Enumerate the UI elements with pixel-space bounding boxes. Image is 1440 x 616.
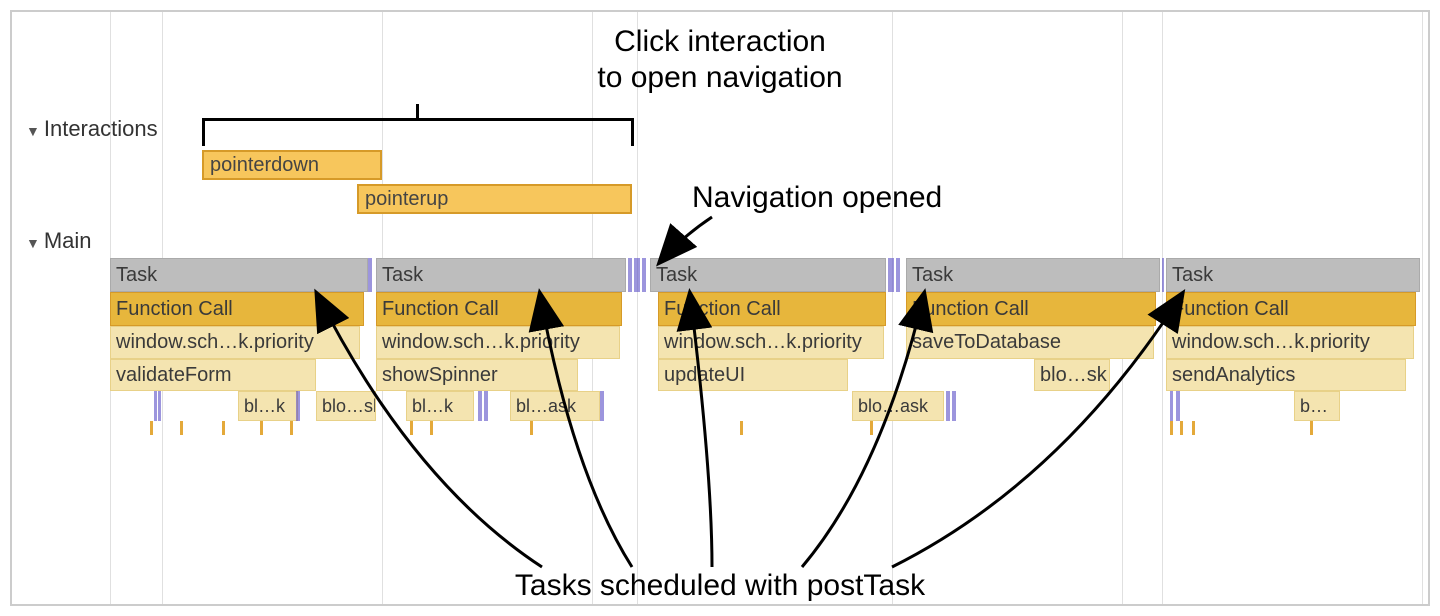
annotation-line2: to open navigation (12, 60, 1428, 96)
flame-tick (150, 421, 153, 435)
flame-task-segment[interactable]: Task (1166, 258, 1420, 292)
timeline-gridline (1422, 12, 1423, 604)
flame-func-segment[interactable]: Function Call (906, 292, 1156, 326)
flame-stripe (154, 391, 157, 421)
annotation-navigation-opened: Navigation opened (692, 180, 942, 216)
flame-stripe (888, 258, 894, 292)
flame-stripe (296, 391, 300, 421)
flame-stripe (1162, 258, 1164, 292)
flame-tick (1192, 421, 1195, 435)
flame-sched-segment[interactable]: window.sch…k.priority (658, 326, 884, 359)
annotation-click-interaction: Click interaction to open navigation (12, 24, 1428, 96)
annotation-tasks-scheduled: Tasks scheduled with postTask (12, 568, 1428, 604)
flame-act-segment[interactable]: blo…sk (1034, 359, 1110, 391)
flame-blk-segment[interactable]: bl…ask (510, 391, 600, 421)
flame-sched-segment[interactable]: window.sch…k.priority (110, 326, 360, 359)
flame-tick (180, 421, 183, 435)
flame-task-segment[interactable]: Task (906, 258, 1160, 292)
flame-tick (870, 421, 873, 435)
flame-stripe (484, 391, 488, 421)
interaction-pointerdown[interactable]: pointerdown (202, 150, 382, 180)
track-interactions-label[interactable]: ▼Interactions (26, 116, 158, 142)
chevron-down-icon: ▼ (26, 235, 40, 251)
flame-tick (530, 421, 533, 435)
flame-task-segment[interactable]: Task (650, 258, 886, 292)
flame-stripe (478, 391, 482, 421)
flame-tick (740, 421, 743, 435)
flame-stripe (634, 258, 640, 292)
flame-act-segment[interactable]: sendAnalytics (1166, 359, 1406, 391)
flame-sched-segment[interactable]: window.sch…k.priority (1166, 326, 1414, 359)
flame-stripe (946, 391, 950, 421)
flame-stripe (368, 258, 372, 292)
flame-sched-segment[interactable]: window.sch…k.priority (376, 326, 620, 359)
flame-stripe (1170, 391, 1173, 421)
flame-tick (410, 421, 413, 435)
flame-tick (1170, 421, 1173, 435)
flame-act-segment[interactable]: showSpinner (376, 359, 578, 391)
flame-stripe (628, 258, 632, 292)
flame-stripe (1176, 391, 1180, 421)
flame-act-segment[interactable]: updateUI (658, 359, 848, 391)
flame-stripe (952, 391, 956, 421)
flame-blk-segment[interactable]: b… (1294, 391, 1340, 421)
flame-func-segment[interactable]: Function Call (1166, 292, 1416, 326)
flame-func-segment[interactable]: Function Call (376, 292, 622, 326)
flame-tick (222, 421, 225, 435)
flame-blk-segment[interactable]: bl…k (238, 391, 298, 421)
flame-stripe (642, 258, 646, 292)
flame-tick (1180, 421, 1183, 435)
flame-func-segment[interactable]: Function Call (110, 292, 364, 326)
flame-func-segment[interactable]: Function Call (658, 292, 886, 326)
devtools-performance-diagram: Click interaction to open navigation ▼In… (10, 10, 1430, 606)
flame-stripe (600, 391, 604, 421)
flame-task-segment[interactable]: Task (376, 258, 626, 292)
flame-blk-segment[interactable]: blo…ask (852, 391, 944, 421)
flame-tick (260, 421, 263, 435)
flame-task-segment[interactable]: Task (110, 258, 368, 292)
bracket-top (202, 106, 634, 146)
flame-stripe (896, 258, 900, 292)
flame-chart[interactable]: TaskTaskTaskTaskTask Function CallFuncti… (110, 258, 1422, 456)
flame-tick (1310, 421, 1313, 435)
chevron-down-icon: ▼ (26, 123, 40, 139)
track-main-label[interactable]: ▼Main (26, 228, 92, 254)
flame-act-segment[interactable]: validateForm (110, 359, 316, 391)
flame-tick (430, 421, 433, 435)
interaction-pointerup[interactable]: pointerup (357, 184, 632, 214)
flame-stripe (158, 391, 161, 421)
flame-tick (290, 421, 293, 435)
flame-sched-segment[interactable]: saveToDatabase (906, 326, 1154, 359)
annotation-line1: Click interaction (12, 24, 1428, 60)
flame-blk-segment[interactable]: blo…sk (316, 391, 376, 421)
flame-blk-segment[interactable]: bl…k (406, 391, 474, 421)
